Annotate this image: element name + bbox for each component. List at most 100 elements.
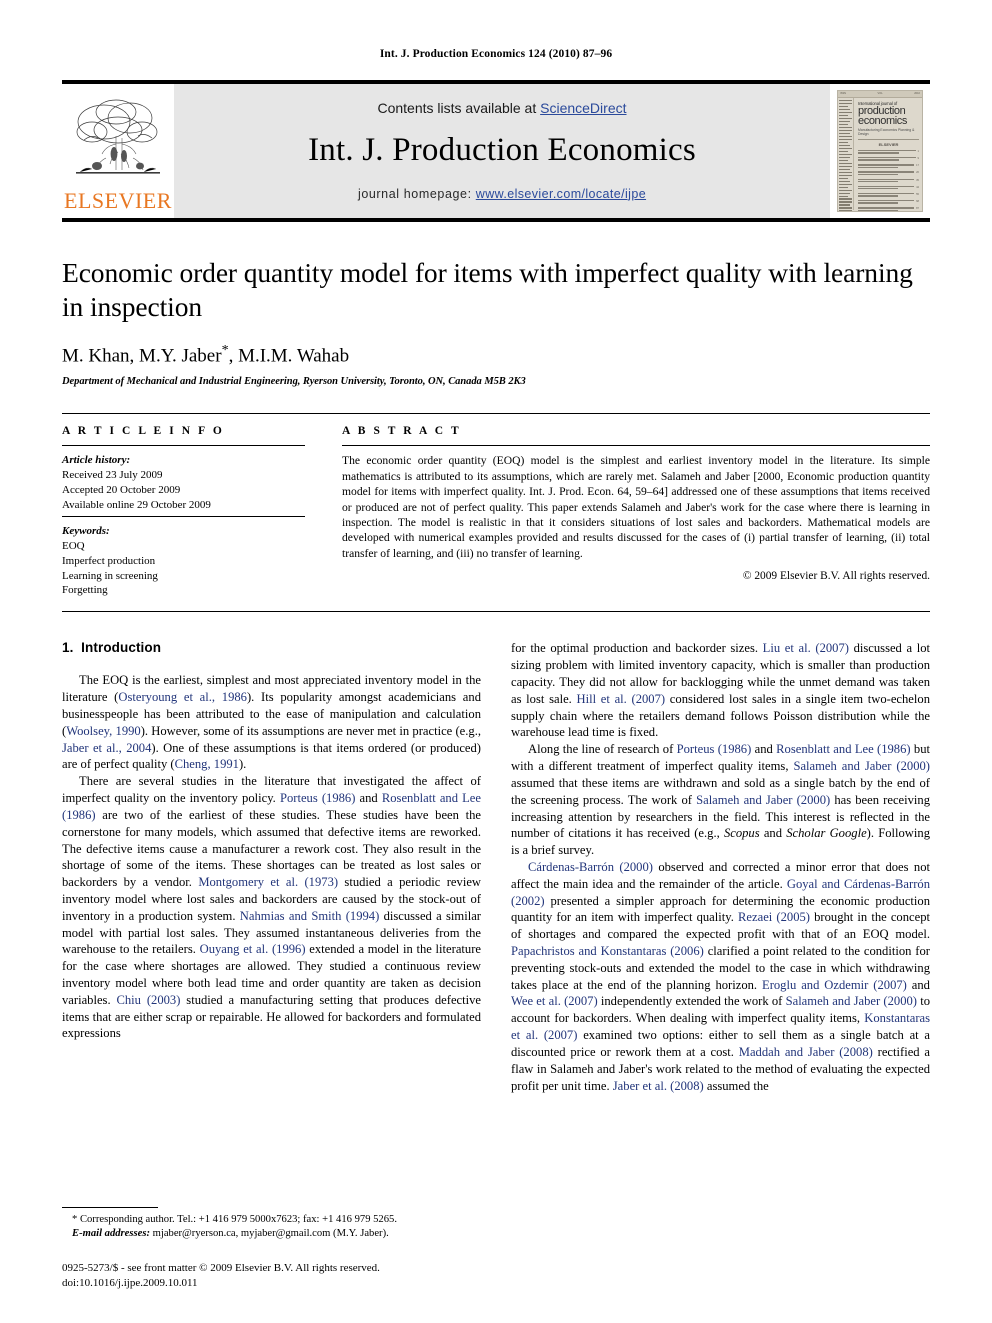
text-run: and: [906, 977, 930, 992]
email-label: E-mail addresses:: [72, 1228, 150, 1240]
citation-reference[interactable]: Salameh and Jaber (2000): [793, 759, 930, 773]
article-info-column: A R T I C L E I N F O Article history: R…: [62, 425, 325, 601]
citation-reference[interactable]: Eroglu and Ozdemir (2007): [762, 978, 907, 992]
email-note: E-mail addresses: mjaber@ryerson.ca, myj…: [72, 1227, 481, 1241]
abstract-label: A B S T R A C T: [342, 425, 462, 438]
text-run: and: [355, 791, 382, 806]
keyword-item: Forgetting: [62, 584, 108, 597]
citation-reference[interactable]: Jaber et al., 2004: [62, 741, 151, 755]
citation-reference[interactable]: Ouyang et al. (1996): [200, 942, 306, 956]
citation-reference[interactable]: Nahmias and Smith (1994): [240, 909, 379, 923]
article-info-label: A R T I C L E I N F O: [62, 425, 225, 438]
corresponding-author-marker: *: [221, 343, 229, 359]
italic-term: Scopus: [723, 826, 760, 841]
sciencedirect-link[interactable]: ScienceDirect: [540, 100, 626, 116]
left-column: 1. Introduction The EOQ is the earliest,…: [62, 640, 481, 1185]
keywords-label: Keywords:: [62, 525, 110, 538]
info-abstract-band: A R T I C L E I N F O Article history: R…: [62, 413, 930, 613]
author-names-tail: , M.I.M. Wahab: [228, 345, 350, 367]
abstract-column: A B S T R A C T The economic order quant…: [325, 425, 930, 601]
citation-reference[interactable]: Porteus (1986): [280, 791, 355, 805]
article-history-online: Available online 29 October 2009: [62, 498, 211, 511]
text-run: assumed the: [703, 1078, 769, 1093]
title-block: Economic order quantity model for items …: [62, 256, 930, 387]
section-title: Introduction: [81, 640, 162, 656]
citation-reference[interactable]: Hill et al. (2007): [577, 692, 666, 706]
issn-copyright-block: 0925-5273/$ - see front matter © 2009 El…: [62, 1261, 481, 1290]
elsevier-wordmark: ELSEVIER: [64, 188, 172, 213]
footnote-area: * Corresponding author. Tel.: +1 416 979…: [62, 1207, 481, 1290]
abstract-text: The economic order quantity (EOQ) model …: [342, 454, 930, 560]
corresponding-author-note: * Corresponding author. Tel.: +1 416 979…: [72, 1214, 397, 1226]
journal-homepage-link[interactable]: www.elsevier.com/locate/ijpe: [476, 187, 646, 201]
author-list: M. Khan, M.Y. Jaber*, M.I.M. Wahab: [62, 343, 930, 367]
text-run: ).: [238, 757, 247, 772]
citation-reference[interactable]: Montgomery et al. (1973): [198, 875, 338, 889]
citation-reference[interactable]: Cárdenas-Barrón (2000): [528, 860, 653, 874]
article-history-accepted: Accepted 20 October 2009: [62, 483, 181, 496]
elsevier-logo: ELSEVIER: [62, 84, 174, 218]
paragraph: There are several studies in the literat…: [62, 773, 481, 1042]
section-number: 1.: [62, 640, 74, 656]
text-run: Along the line of research of: [528, 742, 677, 757]
cover-contents-list: 1 9 17 26 35 44 55 68 87: [858, 149, 919, 211]
masthead-center: Contents lists available at ScienceDirec…: [174, 84, 830, 218]
article-info-divider: [62, 445, 305, 447]
issn-line: 0925-5273/$ - see front matter © 2009 El…: [62, 1262, 380, 1275]
citation-reference[interactable]: Porteus (1986): [677, 742, 752, 756]
citation-reference[interactable]: Salameh and Jaber (2000): [786, 994, 917, 1008]
citation-reference[interactable]: Rosenblatt and Lee (1986): [776, 742, 910, 756]
section-heading-introduction: 1. Introduction: [62, 640, 481, 655]
citation-reference[interactable]: Chiu (2003): [116, 993, 180, 1007]
citation-reference[interactable]: Wee et al. (2007): [511, 994, 598, 1008]
article-history-received: Received 23 July 2009: [62, 469, 163, 482]
right-column: for the optimal production and backorder…: [511, 640, 930, 1185]
homepage-prefix: journal homepage:: [357, 186, 476, 201]
footnote-divider: [62, 1207, 158, 1209]
paragraph: The EOQ is the earliest, simplest and mo…: [62, 672, 481, 773]
italic-term: Scholar Google: [786, 826, 867, 841]
cover-sidebar: [838, 98, 854, 211]
citation-reference[interactable]: Rezaei (2005): [738, 910, 810, 924]
cover-image: ISSN VOL 2010 International journal of pro…: [837, 90, 923, 212]
elsevier-tree-icon: [70, 92, 166, 190]
text-run: and: [759, 826, 787, 841]
cover-line-3: Manufacturing Economics Planning & Desig…: [858, 127, 915, 136]
paper-page: Int. J. Production Economics 124 (2010) …: [0, 0, 992, 1323]
journal-masthead: ELSEVIER Contents lists available at Sci…: [62, 80, 930, 222]
abstract-divider: [342, 445, 930, 447]
article-history-label: Article history:: [62, 454, 131, 467]
cover-line-2b: economics: [858, 115, 907, 128]
doi-line[interactable]: doi:10.1016/j.ijpe.2009.10.011: [62, 1276, 481, 1290]
cover-topbar: ISSN VOL 2010: [838, 91, 922, 98]
citation-reference[interactable]: Woolsey, 1990: [66, 724, 141, 738]
body-columns: 1. Introduction The EOQ is the earliest,…: [62, 640, 930, 1185]
text-run: independently extended the work of: [597, 994, 786, 1009]
text-run: for the optimal production and backorder…: [511, 641, 763, 656]
page-title: Economic order quantity model for items …: [62, 257, 913, 322]
journal-cover-thumbnail: ISSN VOL 2010 International journal of pro…: [830, 84, 930, 218]
paragraph: Cárdenas-Barrón (2000) observed and corr…: [511, 859, 930, 1094]
citation-reference[interactable]: Papachristos and Konstantaras (2006): [511, 944, 704, 958]
citation-reference[interactable]: Maddah and Jaber (2008): [739, 1045, 873, 1059]
paragraph: Along the line of research of Porteus (1…: [511, 741, 930, 859]
keyword-item: Learning in screening: [62, 569, 158, 582]
contents-lists-line: Contents lists available at ScienceDirec…: [377, 100, 626, 116]
contents-lists-prefix: Contents lists available at: [377, 99, 541, 116]
citation-reference[interactable]: Salameh and Jaber (2000): [696, 793, 830, 807]
journal-homepage-line: journal homepage: www.elsevier.com/locat…: [358, 187, 646, 201]
citation-reference[interactable]: Osteryoung et al., 1986: [118, 690, 247, 704]
paragraph: for the optimal production and backorder…: [511, 640, 930, 741]
copyright-line: © 2009 Elsevier B.V. All rights reserved…: [742, 570, 930, 583]
citation-reference[interactable]: Cheng, 1991: [175, 757, 239, 771]
author-names-lead: M. Khan, M.Y. Jaber: [62, 345, 222, 367]
email-addresses[interactable]: mjaber@ryerson.ca, myjaber@gmail.com (M.…: [150, 1228, 389, 1239]
citation-reference[interactable]: Jaber et al. (2008): [613, 1079, 704, 1093]
keywords-divider: [62, 516, 305, 518]
running-head: Int. J. Production Economics 124 (2010) …: [379, 48, 613, 60]
citation-reference[interactable]: Liu et al. (2007): [763, 641, 849, 655]
text-run: and: [751, 742, 777, 757]
text-run: ). However, some of its assumptions are …: [140, 723, 481, 738]
keyword-item: Imperfect production: [62, 554, 156, 567]
keyword-item: EOQ: [62, 540, 85, 553]
